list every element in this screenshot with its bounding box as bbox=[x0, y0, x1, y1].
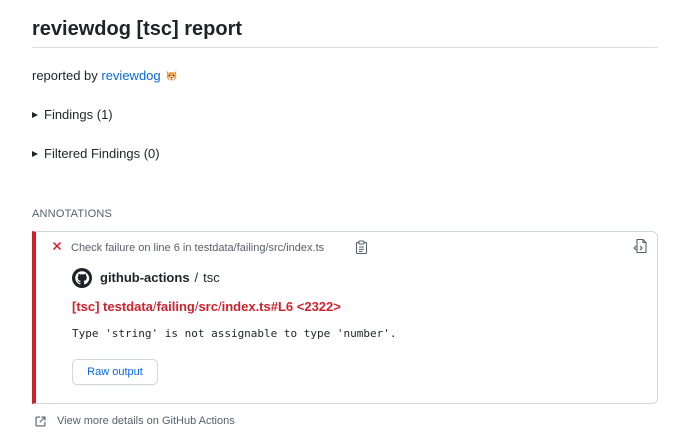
source-separator: / bbox=[194, 270, 199, 285]
disclosure-triangle-icon bbox=[32, 151, 38, 157]
view-more-details-label: View more details on GitHub Actions bbox=[57, 415, 235, 427]
disclosure-triangle-icon bbox=[32, 112, 38, 118]
external-link-icon bbox=[35, 415, 46, 427]
annotation-card: Check failure on line 6 in testdata/fail… bbox=[32, 231, 658, 404]
findings-label: Findings (1) bbox=[44, 107, 113, 122]
reported-by: reported by reviewdog bbox=[32, 67, 178, 84]
check-failure-line: Check failure on line 6 in testdata/fail… bbox=[71, 242, 325, 254]
finding-title-part: src bbox=[198, 299, 218, 314]
source-app-name: github-actions bbox=[100, 270, 190, 285]
findings-toggle[interactable]: Findings (1) bbox=[32, 106, 113, 123]
view-file-code-icon[interactable] bbox=[633, 238, 649, 254]
annotations-heading: ANNOTATIONS bbox=[32, 208, 113, 220]
filtered-findings-label: Filtered Findings (0) bbox=[44, 146, 160, 161]
reviewdog-link[interactable]: reviewdog bbox=[101, 68, 160, 83]
github-logo-icon bbox=[72, 268, 92, 288]
title-divider bbox=[32, 47, 658, 48]
source-check-name: tsc bbox=[203, 270, 220, 285]
filtered-findings-toggle[interactable]: Filtered Findings (0) bbox=[32, 145, 160, 162]
finding-title-part: index.ts#L6 <2322> bbox=[221, 299, 341, 314]
finding-title-part: failing bbox=[156, 299, 195, 314]
page-title: reviewdog [tsc] report bbox=[32, 18, 243, 40]
copy-clipboard-icon[interactable] bbox=[355, 240, 368, 254]
view-more-details-link[interactable]: View more details on GitHub Actions bbox=[34, 414, 235, 428]
finding-title: [tsc] testdata/failing/src/index.ts#L6 <… bbox=[72, 298, 341, 315]
annotation-source: github-actions / tsc bbox=[72, 268, 220, 288]
finding-message: Type 'string' is not assignable to type … bbox=[72, 327, 397, 340]
raw-output-button[interactable]: Raw output bbox=[72, 359, 158, 385]
dog-emoji-icon bbox=[166, 70, 177, 81]
finding-title-part: [tsc] testdata bbox=[72, 299, 153, 314]
x-icon bbox=[53, 242, 61, 250]
reported-by-prefix: reported by bbox=[32, 68, 102, 83]
